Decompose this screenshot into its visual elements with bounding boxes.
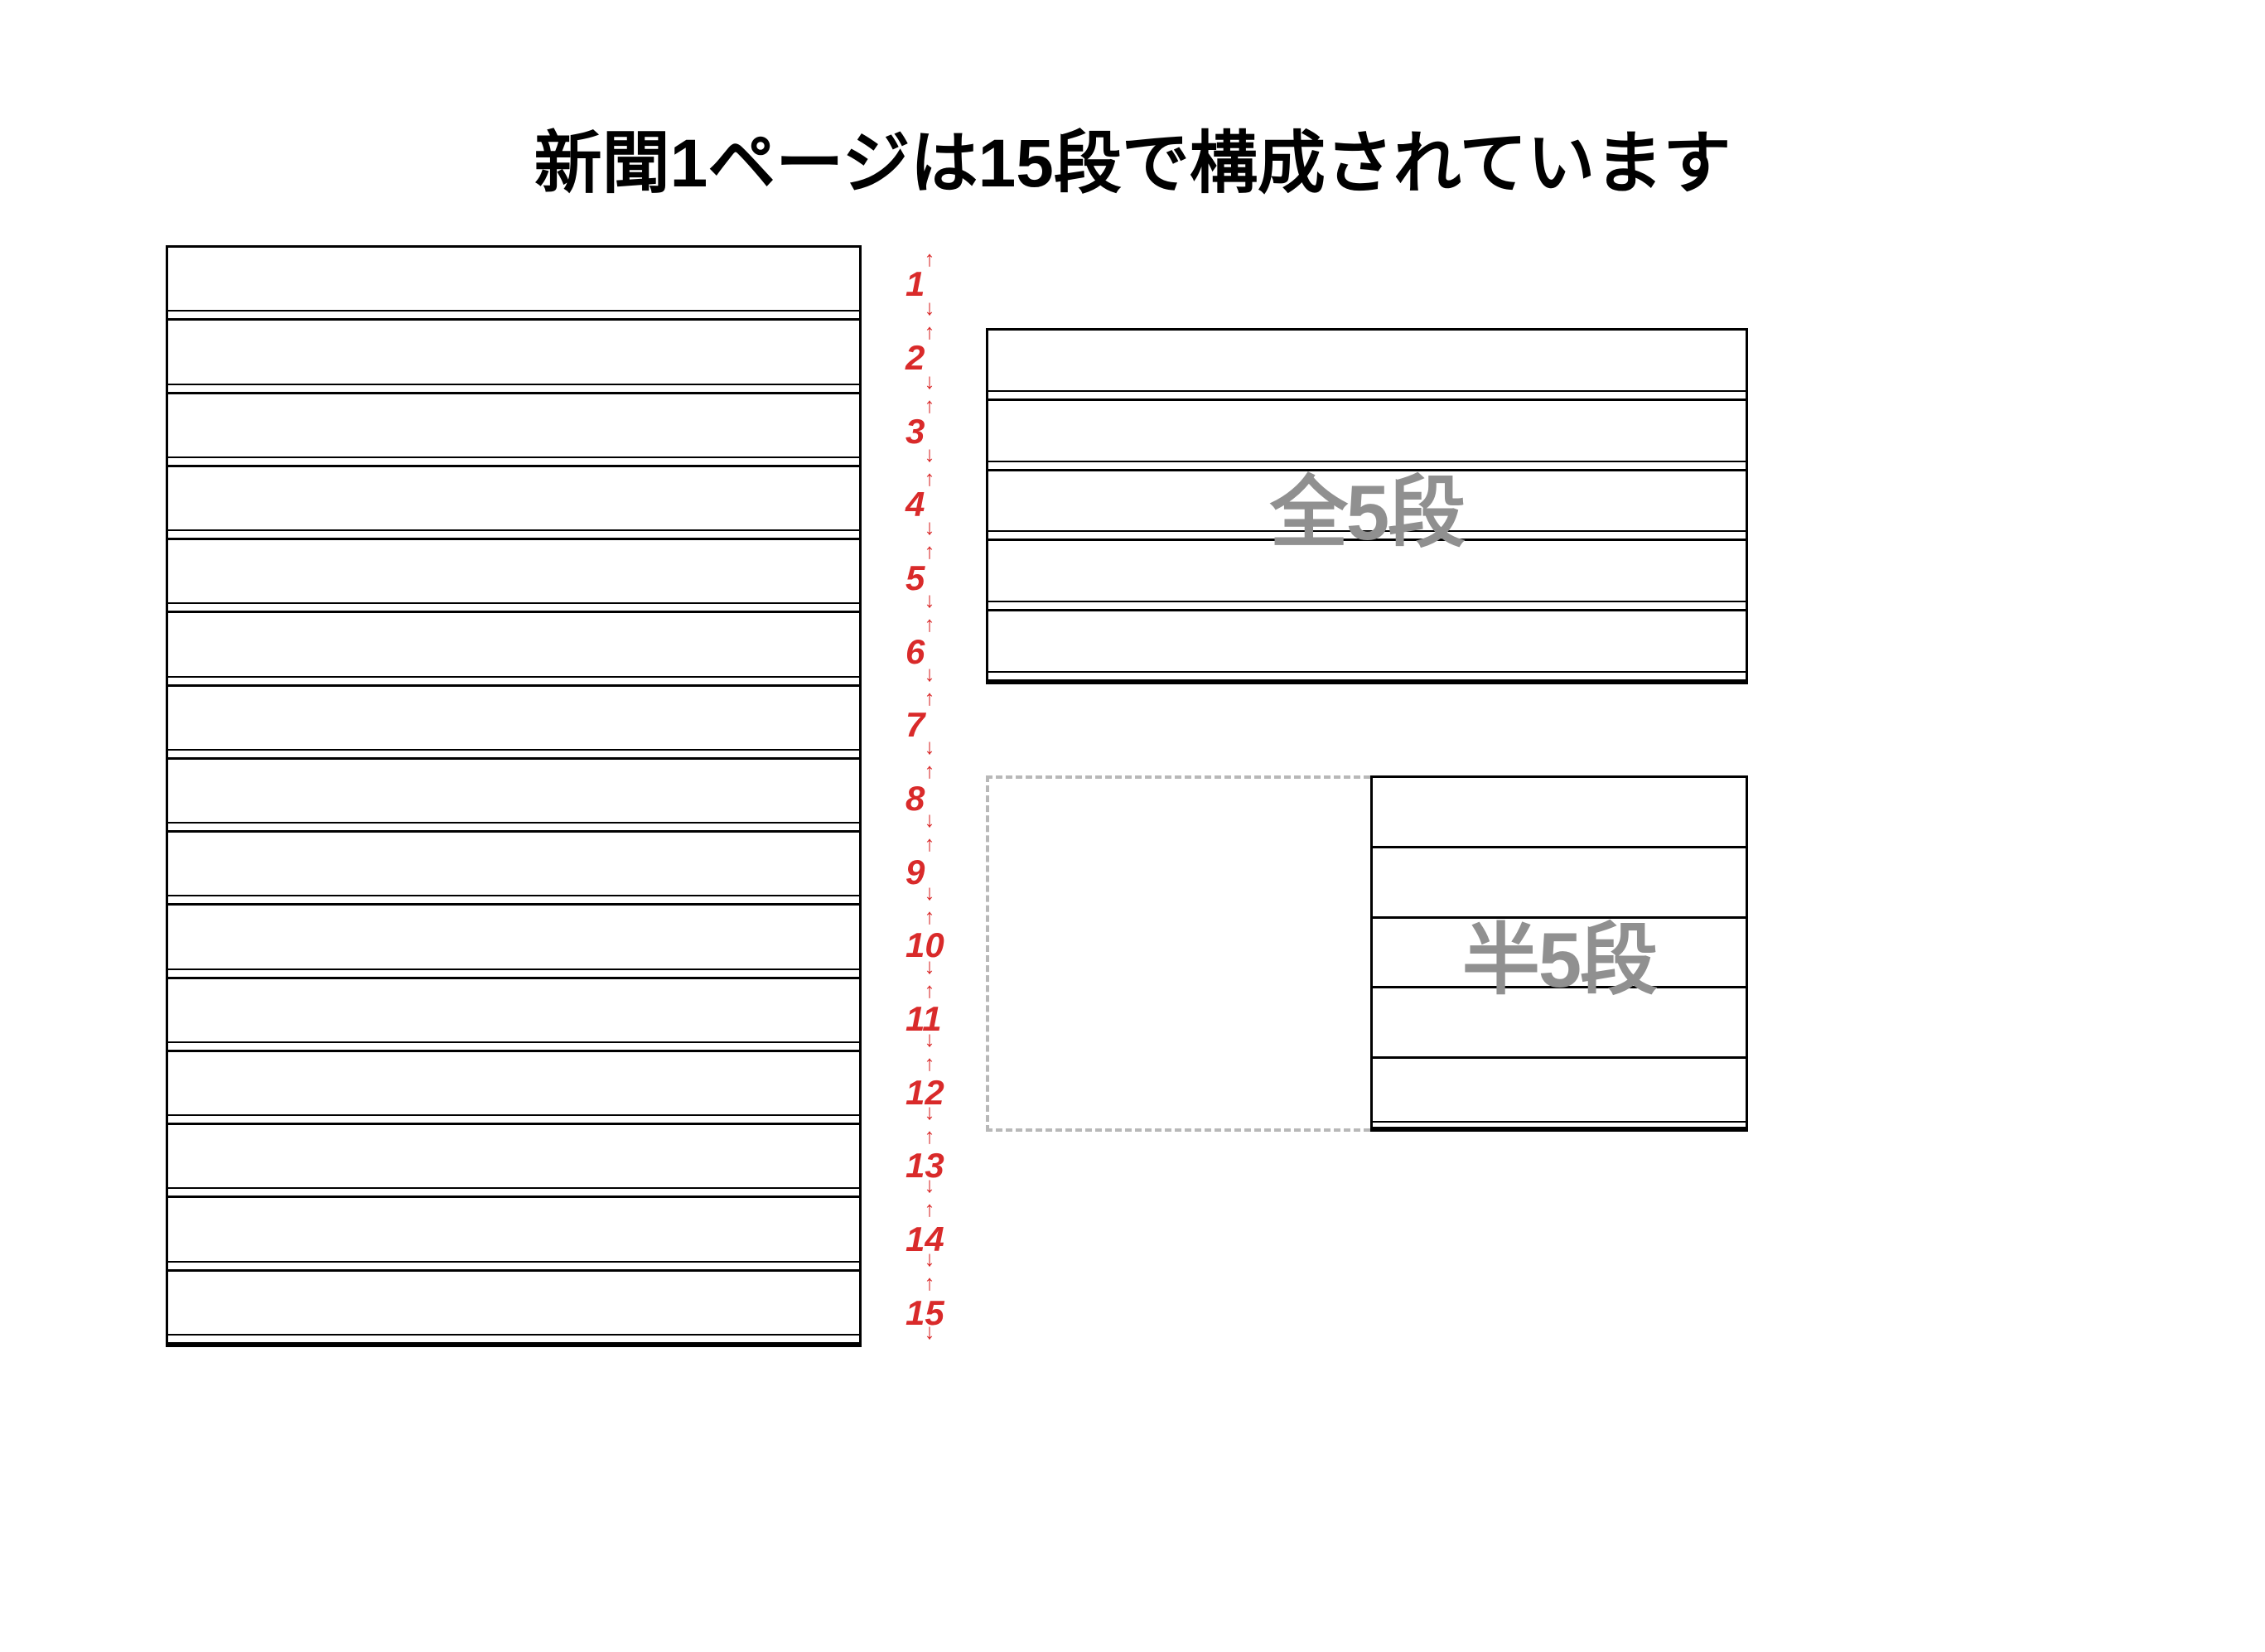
dan-inner-separator [168,529,859,531]
arrow-up-icon: ↑ [918,1052,941,1074]
dan-row: ↑↓ [168,1272,859,1345]
diagram-title: 新聞1ページは15段で構成されています [0,108,2265,206]
dan-inner-separator [168,822,859,824]
dan-row: ↑↓ [168,467,859,540]
dan-number: 5 [906,558,925,598]
dan-row: ↑↓ [168,1125,859,1198]
half5-row [1373,778,1746,848]
full5-inner-separator [988,671,1746,673]
arrow-up-icon: ↑ [918,1272,941,1293]
dan-row: ↑↓ [168,687,859,760]
dan-inner-separator [168,968,859,970]
dan-number: 12 [906,1073,944,1113]
full5-inner-separator [988,390,1746,392]
full5-row [988,611,1746,682]
dan-row: ↑↓ [168,1052,859,1125]
half-5-dan-dashed-outline: 半5段 [986,775,1748,1132]
dan-inner-separator [168,384,859,385]
dan-row: ↑↓ [168,394,859,467]
dan-row: ↑↓ [168,321,859,394]
dan-inner-separator [168,676,859,678]
arrow-up-icon: ↑ [918,833,941,854]
dan-number: 14 [906,1220,944,1259]
arrow-up-icon: ↑ [918,1125,941,1147]
dan-inner-separator [168,310,859,312]
dan-number: 3 [906,412,925,452]
half5-row [1373,1059,1746,1129]
dan-inner-separator [168,895,859,896]
dan-number: 15 [906,1293,944,1333]
dan-row: ↑↓ [168,1198,859,1271]
dan-number: 8 [906,779,925,819]
full-5-dan-label: 全5段 [1270,450,1464,563]
half5-inner-separator [1373,1121,1746,1123]
arrow-up-icon: ↑ [918,906,941,927]
dan-row: ↑↓ [168,979,859,1052]
dan-row: ↑↓ [168,540,859,613]
dan-inner-separator [168,456,859,458]
dan-number: 9 [906,853,925,892]
dan-row: ↑↓ [168,248,859,321]
dan-number: 13 [906,1146,944,1186]
arrow-up-icon: ↑ [918,760,941,781]
dan-inner-separator [168,1187,859,1189]
dan-row: ↑↓ [168,833,859,906]
dan-number: 1 [906,264,925,304]
dan-inner-separator [168,1114,859,1116]
dan-inner-separator [168,749,859,751]
arrow-up-icon: ↑ [918,979,941,1001]
dan-inner-separator [168,602,859,604]
dan-number: 11 [906,999,942,1039]
dan-number: 7 [906,705,925,745]
full5-row [988,331,1746,401]
dan-inner-separator [168,1334,859,1336]
dan-row: ↑↓ [168,613,859,686]
dan-number: 10 [906,925,944,965]
dan-row: ↑↓ [168,760,859,833]
dan-number: 6 [906,632,925,672]
dan-row: ↑↓ [168,906,859,978]
dan-inner-separator [168,1261,859,1263]
half-5-dan-block: 半5段 [1370,775,1748,1132]
full-5-dan-block: 全5段 [986,328,1748,684]
dan-inner-separator [168,1041,859,1043]
full5-inner-separator [988,601,1746,602]
half-5-dan-label: 半5段 [1462,897,1656,1010]
dan-number: 4 [906,485,925,524]
arrow-up-icon: ↑ [918,1198,941,1220]
newspaper-15-dan-grid: ↑↓1↑↓2↑↓3↑↓4↑↓5↑↓6↑↓7↑↓8↑↓9↑↓10↑↓11↑↓12↑… [166,245,862,1347]
dan-number: 2 [906,338,925,378]
